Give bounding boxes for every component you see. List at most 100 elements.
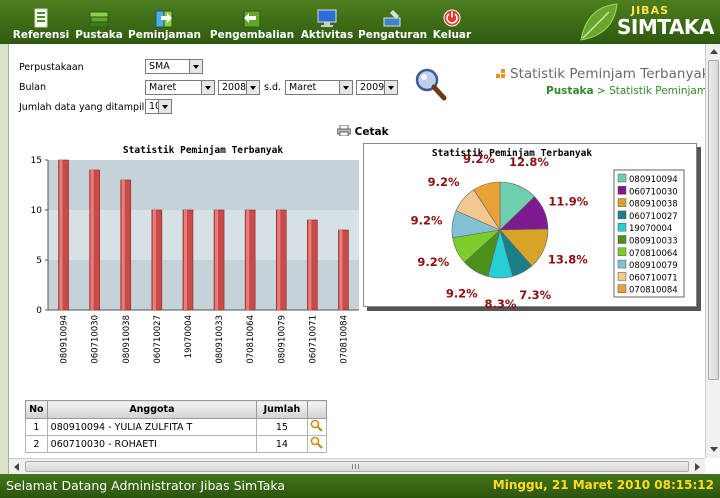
legend-label: 060710071 [629, 273, 678, 283]
month-to-select[interactable]: Maret [285, 80, 353, 95]
pie-value-label: 13.8% [548, 253, 588, 267]
nav-label: Peminjaman [128, 29, 202, 41]
scroll-left-icon[interactable] [14, 463, 19, 471]
vertical-scroll-thumb[interactable] [708, 60, 719, 380]
legend-swatch [617, 272, 627, 281]
row-detail-button[interactable] [306, 435, 328, 453]
grip-line [355, 464, 356, 469]
nav-aktivitas[interactable]: Aktivitas [300, 0, 354, 44]
year-from-select[interactable]: 2008 [218, 80, 260, 95]
year-to-value: 2009 [360, 82, 385, 93]
perpustakaan-value: SMA [149, 61, 170, 72]
magnifier-icon [311, 419, 324, 432]
scroll-up-icon[interactable] [710, 49, 718, 54]
nav-pustaka[interactable]: Pustaka [74, 0, 124, 44]
chevron-down-icon [189, 60, 202, 73]
power-icon [443, 9, 461, 27]
breadcrumb-root[interactable]: Pustaka [546, 85, 594, 97]
perpustakaan-label: Perpustakaan [19, 62, 84, 73]
x-tick-label: 080910094 [60, 315, 70, 364]
nav-referensi[interactable]: Referensi [10, 0, 72, 44]
nav-label: Pustaka [75, 29, 123, 41]
perpustakaan-select[interactable]: SMA [145, 59, 203, 74]
datetime-text: Minggu, 21 Maret 2010 08:15:12 [492, 478, 714, 492]
legend-label: 060710030 [629, 187, 678, 197]
return-icon [243, 10, 261, 28]
table-row: 1 080910094 - YULIA ZULFITA T 15 [25, 418, 328, 436]
nav-pengembalian[interactable]: Pengembalian [208, 0, 296, 44]
cetak-button[interactable]: Cetak [336, 124, 389, 138]
breadcrumb-separator: > [593, 85, 610, 97]
nav-label: Pengembalian [209, 29, 295, 41]
welcome-text: Selamat Datang Administrator Jibas SimTa… [6, 478, 286, 493]
grip-line [358, 464, 359, 469]
legend-swatch [617, 235, 627, 244]
legend-swatch [617, 198, 627, 207]
col-anggota-header: Anggota [46, 400, 258, 419]
vertical-scrollbar[interactable] [705, 44, 720, 458]
scroll-right-icon[interactable] [695, 463, 700, 471]
bar-highlight [308, 220, 312, 310]
table-row: 2 060710030 - ROHAETI 14 [25, 435, 328, 453]
pie-value-label: 9.2% [446, 286, 478, 300]
x-tick-label: 19070004 [184, 315, 194, 358]
chevron-down-icon [246, 81, 259, 94]
main-content: Perpustakaan SMA Bulan Maret 2008 s.d. M… [8, 44, 720, 474]
pie-value-label: 9.2% [428, 175, 460, 189]
col-action-header [306, 400, 328, 419]
search-magnifier-icon[interactable] [413, 66, 447, 102]
year-to-select[interactable]: 2009 [356, 80, 398, 95]
cetak-label: Cetak [354, 126, 389, 138]
year-from-value: 2008 [222, 82, 247, 93]
x-tick-label: 080910079 [277, 315, 287, 364]
jumlah-select[interactable]: 10 [145, 99, 172, 114]
borrower-table: No Anggota Jumlah 1 080910094 - YULIA ZU… [25, 400, 328, 453]
horizontal-scroll-thumb[interactable] [25, 461, 689, 472]
bar-highlight [59, 160, 63, 310]
bar-chart-title: Statistik Peminjam Terbanyak [123, 145, 283, 156]
scroll-down-icon[interactable] [710, 447, 718, 452]
nav-keluar[interactable]: Keluar [430, 0, 474, 44]
legend-swatch [617, 284, 627, 293]
row-detail-button[interactable] [306, 418, 328, 436]
legend-label: 080910094 [629, 175, 678, 185]
x-tick-label: 060710027 [153, 315, 163, 364]
cell-jumlah: 15 [256, 418, 308, 436]
col-no-header: No [25, 400, 48, 419]
chevron-down-icon [201, 81, 214, 94]
legend-label: 080910038 [629, 200, 678, 210]
legend-label: 060710027 [629, 212, 678, 222]
breadcrumb-current: Statistik Peminjam [609, 85, 708, 97]
month-to-value: Maret [289, 82, 317, 93]
jumlah-label: Jumlah data yang ditampilkan [19, 102, 162, 113]
y-tick-label: 5 [36, 256, 42, 266]
cell-no: 2 [25, 435, 48, 453]
bar-highlight [90, 170, 94, 310]
pie-value-label: 9.2% [417, 255, 449, 269]
page-title-text: Statistik Peminjam Terbanyak [510, 66, 710, 82]
bar-highlight [183, 210, 187, 310]
top-navigation: Referensi Pustaka Peminjaman Pengembalia… [0, 0, 720, 44]
magnifier-icon [311, 436, 324, 449]
nav-pengaturan[interactable]: Pengaturan [358, 0, 427, 44]
logo-main-text: SIMTAKA [617, 15, 714, 39]
breadcrumb: Pustaka > Statistik Peminjam [546, 85, 707, 97]
chevron-down-icon [384, 81, 397, 94]
table-header-row: No Anggota Jumlah [25, 400, 328, 419]
horizontal-scrollbar[interactable] [9, 458, 705, 474]
x-tick-label: 070810084 [339, 315, 349, 364]
month-from-value: Maret [149, 82, 177, 93]
cell-anggota: 060710030 - ROHAETI [46, 435, 258, 453]
pie-value-label: 12.8% [509, 155, 549, 169]
legend-swatch [617, 210, 627, 220]
month-from-select[interactable]: Maret [145, 80, 215, 95]
legend-label: 070810064 [629, 249, 678, 259]
bar-highlight [152, 210, 156, 310]
col-jumlah-header: Jumlah [256, 400, 308, 419]
nav-peminjaman[interactable]: Peminjaman [128, 0, 202, 44]
pie-value-label: 9.2% [463, 152, 495, 166]
pie-chart-panel: Statistik Peminjam Terbanyak 12.8% 11.9% 1… [363, 143, 697, 311]
y-tick-label: 10 [31, 206, 43, 216]
x-tick-label: 070810064 [246, 315, 256, 364]
x-tick-label: 060710071 [308, 315, 318, 364]
